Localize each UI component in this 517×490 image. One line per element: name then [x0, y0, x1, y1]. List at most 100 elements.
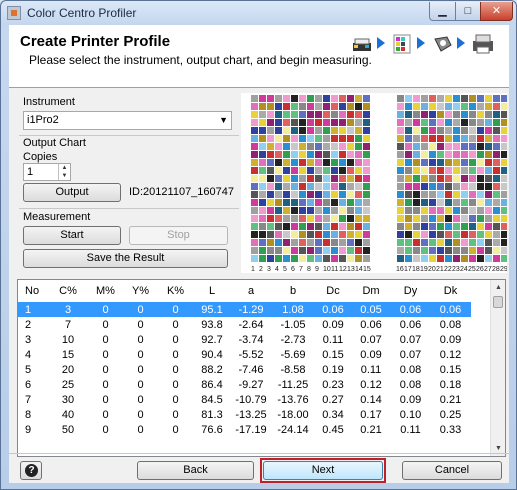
measurement-table[interactable]: No C% M% Y% K% L a b Dc Dm Dy Dk 1 3 0 0 0 95	[17, 279, 506, 457]
color-patch	[445, 231, 452, 238]
column-header[interactable]: L	[193, 280, 231, 302]
color-patch	[283, 135, 290, 142]
color-patch	[259, 247, 266, 254]
chart-column-label: 3	[267, 266, 271, 273]
table-cell: -5.52	[238, 348, 264, 361]
column-header[interactable]: C%	[48, 280, 88, 302]
color-patch	[331, 231, 338, 238]
color-patch	[421, 95, 428, 102]
table-row[interactable]: 3 10 0 0 0 92.7 -3.74 -2.73 0.11 0.07 0.07 0.09	[18, 332, 471, 347]
color-patch	[275, 103, 282, 110]
maximize-button[interactable]: □	[455, 2, 481, 21]
color-patch	[259, 127, 266, 134]
color-patch	[397, 207, 404, 214]
table-row[interactable]: 7 30 0 0 0 84.5 -10.79 -13.76 0.27 0.14 0.09 0.21	[18, 392, 471, 407]
color-patch	[493, 183, 500, 190]
back-button[interactable]: Back	[137, 461, 254, 480]
column-header[interactable]: a	[231, 280, 271, 302]
spin-up-icon[interactable]: ▲	[59, 164, 70, 172]
color-patch	[405, 175, 412, 182]
color-patch	[347, 247, 354, 254]
table-cell: 0.12	[360, 378, 382, 391]
color-patch	[283, 167, 290, 174]
color-patch	[251, 111, 258, 118]
chart-column-label: 11	[331, 266, 338, 273]
column-header[interactable]: K%	[158, 280, 193, 302]
color-patch	[469, 255, 476, 262]
table-cell: -9.27	[238, 378, 264, 391]
copies-spin-buttons[interactable]: ▲ ▼	[58, 164, 70, 180]
chart-column-label: 14	[355, 266, 363, 273]
color-patch	[259, 175, 266, 182]
color-patch	[501, 183, 508, 190]
column-header[interactable]: b	[271, 280, 315, 302]
color-patch	[477, 199, 484, 206]
color-patch	[275, 127, 282, 134]
color-patch	[469, 215, 476, 222]
color-patch	[437, 143, 444, 150]
color-patch	[251, 103, 258, 110]
column-header[interactable]: Dm	[351, 280, 391, 302]
copies-stepper[interactable]: 1 ▲ ▼	[23, 163, 71, 181]
column-header[interactable]: M%	[88, 280, 123, 302]
table-cell: -10.79	[235, 393, 267, 406]
color-patch	[331, 255, 338, 262]
color-patch	[485, 95, 492, 102]
color-patch	[267, 151, 274, 158]
scroll-up-icon[interactable]: ▲	[491, 280, 506, 295]
table-scrollbar[interactable]: ▲ ▼	[490, 280, 505, 456]
column-header[interactable]: Dy	[391, 280, 430, 302]
column-header[interactable]: Y%	[123, 280, 158, 302]
table-cell: 0.21	[360, 423, 382, 436]
color-patch	[323, 103, 330, 110]
table-row[interactable]: 6 25 0 0 0 86.4 -9.27 -11.25 0.23 0.12 0.08 0.18	[18, 377, 471, 392]
help-button[interactable]: ?	[20, 461, 42, 480]
close-button[interactable]: ✕	[480, 2, 513, 21]
cancel-button[interactable]: Cancel	[402, 461, 502, 480]
scroll-thumb[interactable]	[493, 296, 503, 308]
color-patch	[469, 127, 476, 134]
color-patch	[251, 135, 258, 142]
color-patch	[493, 223, 500, 230]
instrument-select[interactable]: i1Pro2 ▼	[23, 111, 232, 130]
output-button[interactable]: Output	[23, 183, 121, 202]
color-patch	[347, 111, 354, 118]
color-patch	[291, 159, 298, 166]
spin-down-icon[interactable]: ▼	[59, 172, 70, 180]
column-header[interactable]: No	[18, 280, 48, 302]
color-patch	[421, 103, 428, 110]
color-patch	[493, 151, 500, 158]
color-patch	[453, 119, 460, 126]
column-header[interactable]: Dk	[430, 280, 471, 302]
color-patch	[485, 143, 492, 150]
color-patch	[291, 119, 298, 126]
color-patch	[421, 111, 428, 118]
color-patch	[339, 135, 346, 142]
color-patch	[461, 207, 468, 214]
table-row[interactable]: 9 50 0 0 0 76.6 -17.19 -24.14 0.45 0.21 0.11 0.33	[18, 422, 471, 437]
output-chart-label: Output Chart	[23, 137, 86, 149]
chart-icon	[393, 34, 411, 54]
table-cell: 0.45	[322, 423, 344, 436]
title-bar[interactable]: Color Centro Profiler ▁ □ ✕	[1, 1, 516, 25]
stop-button[interactable]: Stop	[129, 226, 228, 245]
table-cell: 0.17	[360, 408, 382, 421]
color-patch	[397, 167, 404, 174]
color-patch	[477, 143, 484, 150]
column-header[interactable]: Dc	[315, 280, 351, 302]
color-patch	[453, 215, 460, 222]
page-subtitle: Please select the instrument, output cha…	[29, 53, 372, 67]
table-row[interactable]: 8 40 0 0 0 81.3 -13.25 -18.00 0.34 0.17 0.10 0.25	[18, 407, 471, 422]
table-cell: 2	[25, 318, 32, 331]
table-row[interactable]: 1 3 0 0 0 95.1 -1.29 1.08 0.06 0.05 0.06 0.06	[18, 302, 471, 317]
table-row[interactable]: 4 15 0 0 0 90.4 -5.52 -5.69 0.15 0.09 0.07 0.12	[18, 347, 471, 362]
table-row[interactable]: 5 20 0 0 0 88.2 -7.46 -8.58 0.19 0.11 0.08 0.15	[18, 362, 471, 377]
table-row[interactable]: 2 7 0 0 0 93.8 -2.64 -1.05 0.09 0.06 0.06 0.08	[18, 317, 471, 332]
next-button[interactable]: Next	[263, 461, 383, 480]
save-result-button[interactable]: Save the Result	[23, 249, 228, 268]
minimize-button[interactable]: ▁	[429, 2, 456, 21]
start-button[interactable]: Start	[23, 226, 121, 245]
color-patch	[445, 175, 452, 182]
color-patch	[453, 127, 460, 134]
color-patch	[453, 231, 460, 238]
